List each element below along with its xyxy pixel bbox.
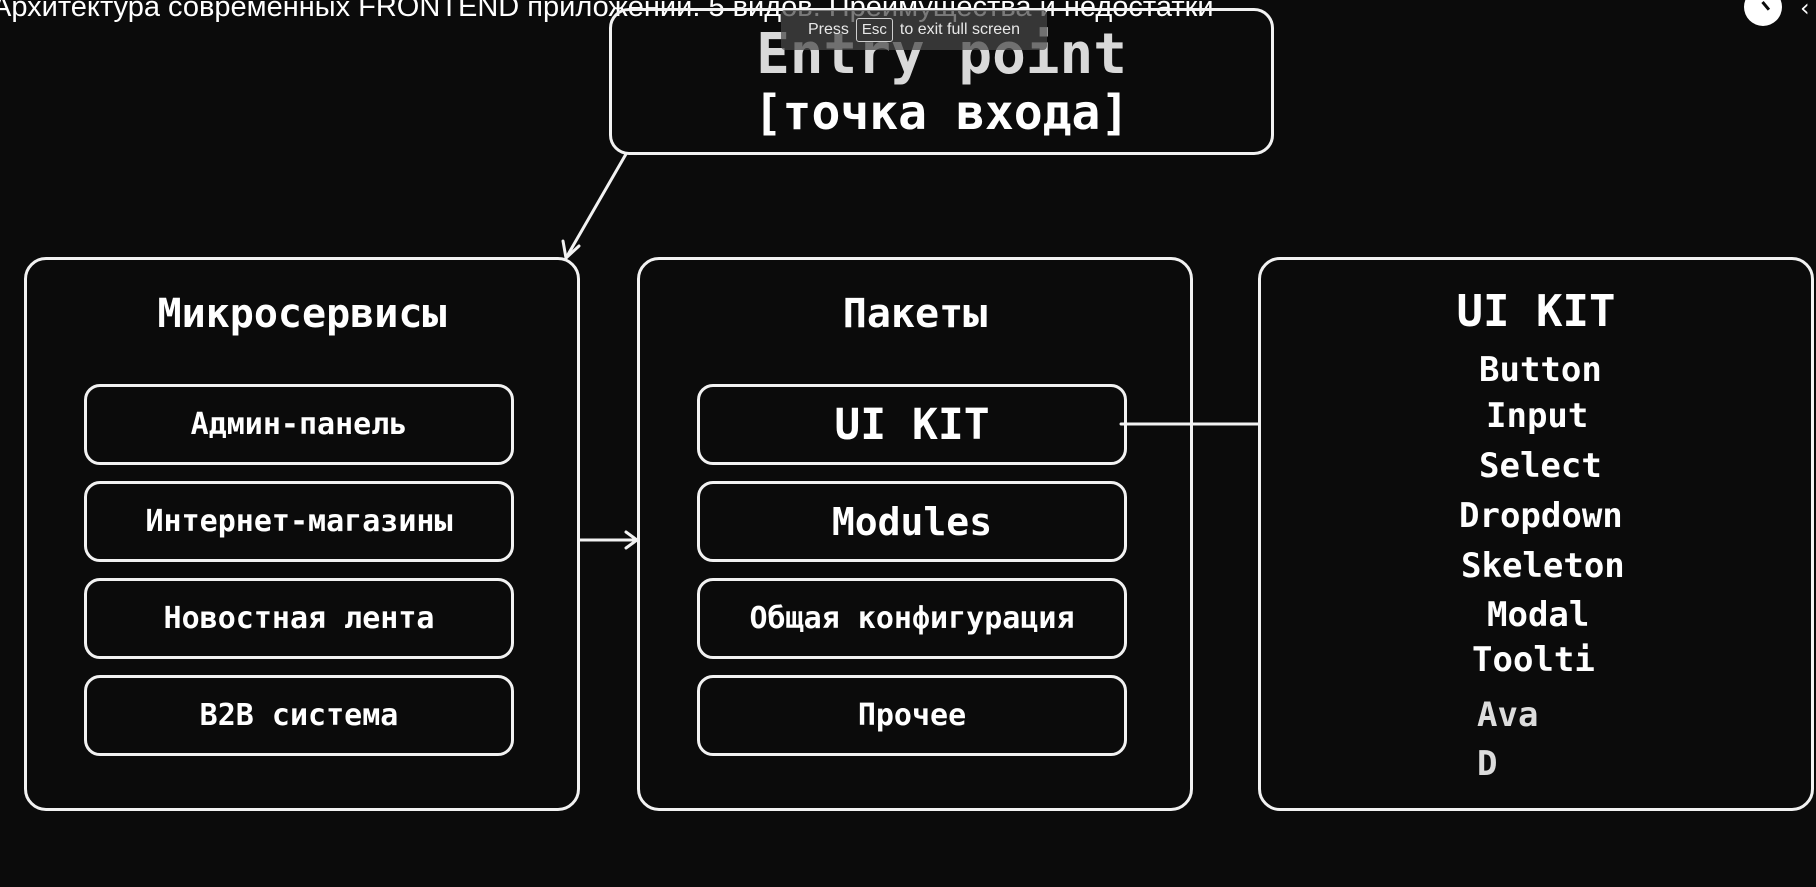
microservice-b2b-system: B2B система	[84, 675, 514, 756]
ui-kit-list: Button Input Select Dropdown Skeleton Mo…	[1261, 260, 1811, 808]
fullscreen-exit-toast: Press Esc to exit full screen	[781, 10, 1047, 50]
esc-key-badge: Esc	[855, 18, 893, 42]
packages-title: Пакеты	[842, 291, 988, 337]
ui-kit-item: Select	[1479, 446, 1602, 486]
ui-kit-item: Button	[1479, 350, 1602, 390]
video-frame: Архитектура современных FRONTEND приложе…	[0, 0, 1816, 887]
ui-kit-item: Dropdown	[1459, 496, 1623, 536]
microservice-online-stores: Интернет-магазины	[84, 481, 514, 562]
ui-kit-item: Modal	[1487, 595, 1590, 635]
package-ui-kit: UI KIT	[697, 384, 1127, 465]
entry-to-microservices-arrow	[564, 152, 628, 260]
edge-icon[interactable]: ‹	[1800, 0, 1810, 22]
ui-kit-item: Ava	[1477, 695, 1539, 735]
package-other: Прочее	[697, 675, 1127, 756]
toast-press-text: Press	[808, 21, 849, 38]
microservices-title: Микросервисы	[157, 291, 447, 337]
microservice-news-feed: Новостная лента	[84, 578, 514, 659]
ui-kit-item: Skeleton	[1461, 546, 1625, 586]
microservices-panel: Микросервисы Админ-панель Интернет-магаз…	[24, 257, 580, 811]
entry-point-subtitle: [точка входа]	[753, 85, 1130, 141]
microservice-admin-panel: Админ-панель	[84, 384, 514, 465]
ui-kit-item: D	[1477, 744, 1498, 784]
toast-message: to exit full screen	[899, 21, 1020, 38]
clock-icon[interactable]	[1744, 0, 1782, 26]
ui-kit-item: Toolti	[1472, 640, 1595, 680]
ui-kit-item: Input	[1486, 396, 1589, 436]
packages-panel: Пакеты UI KIT Modules Общая конфигурация…	[637, 257, 1193, 811]
ui-kit-panel: UI KIT Button Input Select Dropdown Skel…	[1258, 257, 1814, 811]
package-shared-config: Общая конфигурация	[697, 578, 1127, 659]
entry-arrowhead	[561, 239, 581, 260]
packages-arrowhead	[624, 530, 639, 550]
package-modules: Modules	[697, 481, 1127, 562]
